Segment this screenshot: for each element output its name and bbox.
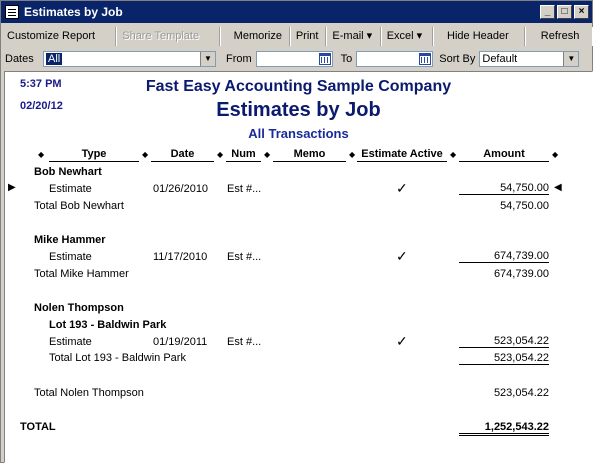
column-divider-icon[interactable]: ◆ xyxy=(450,150,456,159)
title-bar[interactable]: Estimates by Job _ □ × xyxy=(1,1,592,23)
row-amount[interactable]: 523,054.22 xyxy=(459,335,549,348)
row-num[interactable]: Est #... xyxy=(227,183,261,195)
dates-value: All xyxy=(46,53,63,65)
column-divider-icon[interactable]: ◆ xyxy=(552,150,558,159)
sortby-label: Sort By xyxy=(439,53,476,65)
sub-job-total-amount[interactable]: 523,054.22 xyxy=(459,352,549,365)
job-total-amount[interactable]: 54,750.00 xyxy=(459,200,549,212)
row-amount[interactable]: 54,750.00 xyxy=(459,182,549,195)
close-button[interactable]: × xyxy=(574,5,589,19)
share-template-button[interactable]: Share Template xyxy=(116,27,220,46)
row-pointer-icon: ▶ xyxy=(8,182,16,193)
sortby-value: Default xyxy=(482,53,518,65)
report-toolbar: Customize Report Share Template Memorize… xyxy=(1,26,592,47)
maximize-button[interactable]: □ xyxy=(557,5,572,19)
report-body: 5:37 PM 02/20/12 Fast Easy Accounting Sa… xyxy=(4,71,593,463)
row-amount[interactable]: 674,739.00 xyxy=(459,250,549,263)
column-divider-icon[interactable]: ◆ xyxy=(217,150,223,159)
column-header-type[interactable]: Type xyxy=(49,148,139,162)
window-title: Estimates by Job xyxy=(24,5,123,19)
report-title: Estimates by Job xyxy=(216,99,381,121)
check-icon: ✓ xyxy=(396,248,408,264)
calendar-icon[interactable] xyxy=(419,53,432,65)
email-button[interactable]: E-mail ▾ xyxy=(326,27,381,46)
filter-bar: Dates All ▼ From To Sort By Default ▼ xyxy=(1,49,592,69)
check-icon: ✓ xyxy=(396,333,408,349)
report-basis: All Transactions xyxy=(248,126,349,141)
row-type[interactable]: Estimate xyxy=(49,336,92,348)
dates-label: Dates xyxy=(5,53,34,65)
row-type[interactable]: Estimate xyxy=(49,251,92,263)
minimize-button[interactable]: _ xyxy=(540,5,555,19)
report-window: Estimates by Job _ □ × Customize Report … xyxy=(0,0,593,463)
grand-total-label: TOTAL xyxy=(20,421,56,433)
chevron-down-icon[interactable]: ▼ xyxy=(200,52,215,66)
job-name: Mike Hammer xyxy=(34,234,106,246)
row-num[interactable]: Est #... xyxy=(227,336,261,348)
sub-job-name: Lot 193 - Baldwin Park xyxy=(49,319,167,331)
row-date[interactable]: 01/19/2011 xyxy=(153,336,207,348)
refresh-button[interactable]: Refresh xyxy=(525,27,592,46)
dates-dropdown[interactable]: All ▼ xyxy=(43,51,216,67)
hide-header-button[interactable]: Hide Header xyxy=(433,27,525,46)
column-header-estimate-active[interactable]: Estimate Active xyxy=(357,148,447,162)
calendar-icon[interactable] xyxy=(318,53,331,65)
job-total-label: Total Mike Hammer xyxy=(34,268,129,280)
from-label: From xyxy=(226,53,252,65)
job-total-amount[interactable]: 674,739.00 xyxy=(459,268,549,280)
report-icon xyxy=(5,5,19,19)
customize-report-button[interactable]: Customize Report xyxy=(1,27,117,46)
column-header-amount[interactable]: Amount xyxy=(459,148,549,162)
sub-job-total-label: Total Lot 193 - Baldwin Park xyxy=(49,352,186,364)
column-divider-icon[interactable]: ◆ xyxy=(142,150,148,159)
column-header-date[interactable]: Date xyxy=(151,148,214,162)
from-date-field[interactable] xyxy=(255,51,333,67)
row-type[interactable]: Estimate xyxy=(49,183,92,195)
to-date-field[interactable] xyxy=(356,51,434,67)
row-pointer-left-icon: ◀ xyxy=(554,182,562,193)
print-button[interactable]: Print xyxy=(290,27,327,46)
job-total-amount[interactable]: 523,054.22 xyxy=(459,387,549,399)
sortby-dropdown[interactable]: Default ▼ xyxy=(479,51,580,67)
chevron-down-icon[interactable]: ▼ xyxy=(563,52,579,66)
job-total-label: Total Nolen Thompson xyxy=(34,387,144,399)
to-label: To xyxy=(340,53,353,65)
excel-button[interactable]: Excel ▾ xyxy=(381,27,434,46)
column-divider-icon[interactable]: ◆ xyxy=(38,150,44,159)
check-icon: ✓ xyxy=(396,180,408,196)
row-date[interactable]: 01/26/2010 xyxy=(153,183,208,195)
memorize-button[interactable]: Memorize xyxy=(220,27,290,46)
column-divider-icon[interactable]: ◆ xyxy=(349,150,355,159)
column-header-memo[interactable]: Memo xyxy=(273,148,346,162)
column-divider-icon[interactable]: ◆ xyxy=(264,150,270,159)
job-name: Bob Newhart xyxy=(34,166,102,178)
job-name: Nolen Thompson xyxy=(34,302,124,314)
company-name: Fast Easy Accounting Sample Company xyxy=(145,78,452,95)
grand-total-amount[interactable]: 1,252,543.22 xyxy=(459,421,549,436)
job-total-label: Total Bob Newhart xyxy=(34,200,124,212)
row-num[interactable]: Est #... xyxy=(227,251,261,263)
column-header-num[interactable]: Num xyxy=(226,148,261,162)
row-date[interactable]: 11/17/2010 xyxy=(153,251,207,263)
